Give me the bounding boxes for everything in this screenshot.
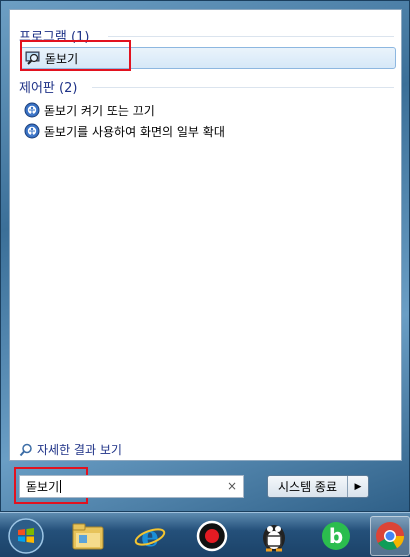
ease-of-access-icon xyxy=(24,102,40,118)
taskbar-record-app[interactable] xyxy=(190,516,234,556)
see-more-results-link[interactable]: 자세한 결과 보기 xyxy=(19,441,122,458)
shutdown-options-arrow-icon[interactable]: ▶ xyxy=(348,476,368,497)
start-menu: 프로그램 (1) 돋보기 제어판 (2) 돋보기 켜기 또는 끄기 돋보기를 사… xyxy=(0,0,410,512)
record-icon xyxy=(196,520,228,552)
svg-text:b: b xyxy=(329,524,343,548)
group-divider xyxy=(108,36,394,37)
windows-start-orb-icon xyxy=(8,518,44,554)
start-button[interactable] xyxy=(6,516,46,556)
taskbar-b-app[interactable]: b xyxy=(314,516,358,556)
programs-group-header: 프로그램 (1) xyxy=(19,30,90,45)
internet-explorer-icon: e xyxy=(134,520,166,553)
folder-icon xyxy=(72,523,104,550)
svg-text:e: e xyxy=(141,520,159,553)
search-input-value: 돋보기 xyxy=(26,480,60,494)
taskbar-penguin-app[interactable] xyxy=(252,516,296,556)
b-app-icon: b xyxy=(322,522,350,550)
result-item-magnify-screen[interactable]: 돋보기를 사용하여 화면의 일부 확대 xyxy=(20,120,396,142)
magnifier-app-icon xyxy=(25,51,40,65)
search-input[interactable]: 돋보기 × xyxy=(19,475,244,498)
penguin-app-icon xyxy=(263,525,285,552)
taskbar: e b xyxy=(0,512,410,557)
result-item-label: 돋보기 xyxy=(45,51,79,66)
clear-search-icon[interactable]: × xyxy=(227,479,237,493)
search-results-panel: 프로그램 (1) 돋보기 제어판 (2) 돋보기 켜기 또는 끄기 돋보기를 사… xyxy=(9,9,402,461)
ease-of-access-icon xyxy=(24,123,40,139)
control-panel-group-header: 제어판 (2) xyxy=(19,81,78,96)
result-item-magnifier-toggle[interactable]: 돋보기 켜기 또는 끄기 xyxy=(20,99,396,121)
taskbar-internet-explorer[interactable]: e xyxy=(128,516,172,556)
shutdown-button-group: 시스템 종료 ▶ xyxy=(267,475,369,498)
text-caret xyxy=(60,480,62,493)
group-divider xyxy=(92,87,394,88)
see-more-label: 자세한 결과 보기 xyxy=(37,443,122,457)
shutdown-button[interactable]: 시스템 종료 xyxy=(268,476,348,497)
search-icon xyxy=(19,443,32,456)
taskbar-chrome[interactable] xyxy=(370,516,410,556)
result-item-label: 돋보기 켜기 또는 끄기 xyxy=(44,103,155,118)
result-item-label: 돋보기를 사용하여 화면의 일부 확대 xyxy=(44,124,225,139)
result-item-magnifier[interactable]: 돋보기 xyxy=(20,47,396,69)
taskbar-file-explorer[interactable] xyxy=(66,516,110,556)
chrome-icon xyxy=(376,522,404,550)
